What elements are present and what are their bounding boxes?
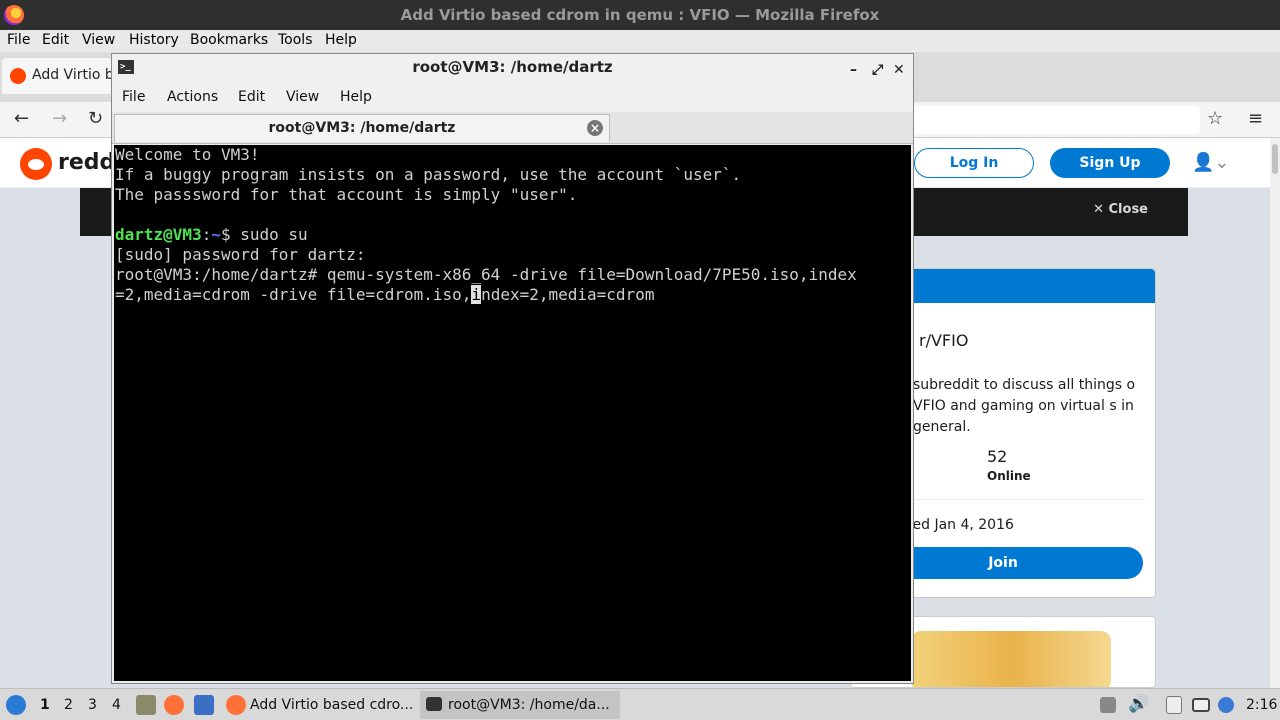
firefox-titlebar: Add Virtio based cdrom in qemu : VFIO — … [0, 0, 1280, 30]
terminal-current-line: =2,media=cdrom -drive file=cdrom.iso,ind… [115, 285, 911, 305]
taskbar-terminal-task[interactable]: root@VM3: /home/da... [420, 691, 620, 719]
menu-bookmarks[interactable]: Bookmarks [190, 32, 268, 48]
update-notification-icon[interactable] [1218, 697, 1234, 713]
online-label: Online [987, 469, 1031, 483]
terminal-line: If a buggy program insists on a password… [115, 165, 742, 184]
firefox-launcher-icon[interactable] [164, 695, 184, 715]
clock[interactable]: 2:16 [1246, 697, 1277, 713]
taskbar-firefox-task[interactable]: Add Virtio based cdro... [222, 691, 418, 719]
terminal-menu-view[interactable]: View [286, 89, 319, 105]
menu-history[interactable]: History [129, 32, 179, 48]
terminal-menubar: File Actions Edit View Help [112, 82, 913, 112]
firefox-logo-icon [4, 5, 24, 25]
terminal-output[interactable]: Welcome to VM3! If a buggy program insis… [114, 145, 911, 681]
terminal-menu-edit[interactable]: Edit [238, 89, 265, 105]
close-button[interactable]: ✕ Close [1093, 202, 1148, 217]
terminal-tab[interactable]: root@VM3: /home/dartz × [114, 114, 610, 142]
terminal-line: [sudo] password for dartz: [115, 245, 366, 264]
menu-file[interactable]: File [7, 32, 30, 48]
firefox-task-label: Add Virtio based cdro... [250, 697, 414, 713]
terminal-menu-actions[interactable]: Actions [167, 89, 218, 105]
prompt-command: $ sudo su [220, 225, 308, 244]
eject-icon[interactable] [1100, 697, 1116, 713]
reload-icon[interactable]: ↻ [88, 108, 103, 129]
terminal-task-label: root@VM3: /home/da... [448, 697, 610, 713]
terminal-icon: >_ [118, 60, 134, 74]
terminal-task-icon [426, 697, 442, 711]
page-scrollbar[interactable] [1270, 138, 1280, 688]
terminal-line: The passsword for that account is simply… [115, 185, 578, 204]
workspace-4[interactable]: 4 [112, 697, 121, 713]
terminal-line: root@VM3:/home/dartz# qemu-system-x86_64… [115, 265, 857, 284]
volume-icon[interactable]: 🔊 [1128, 694, 1149, 714]
scrollbar-thumb[interactable] [1272, 144, 1278, 174]
promo-image [911, 631, 1111, 687]
back-icon[interactable]: ← [14, 108, 29, 129]
close-label: Close [1108, 202, 1148, 217]
signup-button[interactable]: Sign Up [1050, 148, 1170, 178]
subreddit-description: subreddit to discuss all things o VFIO a… [913, 377, 1136, 435]
taskbar: 1 2 3 4 Add Virtio based cdro... root@VM… [0, 688, 1280, 720]
window-title: Add Virtio based cdrom in qemu : VFIO — … [400, 6, 880, 24]
user-menu-icon[interactable]: 👤⌄ [1192, 152, 1232, 176]
firefox-menubar: File Edit View History Bookmarks Tools H… [0, 30, 1280, 52]
menu-help[interactable]: Help [325, 32, 357, 48]
forward-icon[interactable]: → [52, 108, 67, 129]
online-count: 52 [987, 447, 1008, 466]
file-manager-icon[interactable] [136, 695, 156, 715]
current-input-before: =2,media=cdrom -drive file=cdrom.iso, [115, 285, 472, 304]
clipboard-icon[interactable] [1166, 696, 1182, 714]
terminal-tabbar: root@VM3: /home/dartz × [112, 112, 913, 144]
browser-tab[interactable]: Add Virtio b [2, 58, 112, 94]
display-icon[interactable] [1192, 698, 1210, 712]
prompt-path: ~ [211, 225, 221, 244]
workspace-2[interactable]: 2 [64, 697, 73, 713]
terminal-menu-help[interactable]: Help [340, 89, 372, 105]
desktop-icon[interactable] [194, 695, 214, 715]
terminal-titlebar[interactable]: >_ root@VM3: /home/dartz – ⤢ ✕ [112, 54, 913, 81]
menu-view[interactable]: View [82, 32, 115, 48]
prompt-colon: : [201, 225, 212, 244]
terminal-prompt-line: dartz@VM3:~$ sudo su [115, 225, 911, 245]
created-date: ted Jan 4, 2016 [907, 517, 1014, 533]
text-cursor: i [471, 285, 482, 304]
prompt-user: dartz@VM3 [115, 225, 202, 244]
browser-tab-title: Add Virtio b [32, 67, 112, 83]
workspace-3[interactable]: 3 [88, 697, 97, 713]
menu-edit[interactable]: Edit [42, 32, 69, 48]
terminal-line: Welcome to VM3! [115, 145, 260, 164]
reddit-logo-icon[interactable] [20, 148, 52, 180]
workspace-1[interactable]: 1 [40, 697, 50, 713]
firefox-task-icon [226, 695, 246, 715]
current-input-after: ndex=2,media=cdrom [481, 285, 655, 304]
tab-close-icon[interactable]: × [587, 120, 603, 136]
start-menu-icon[interactable] [6, 695, 26, 715]
subreddit-name[interactable]: r/VFIO [919, 331, 968, 350]
close-icon[interactable]: ✕ [893, 57, 905, 84]
terminal-menu-file[interactable]: File [122, 89, 145, 105]
reddit-favicon-icon [10, 68, 26, 84]
menu-tools[interactable]: Tools [278, 32, 313, 48]
terminal-window: >_ root@VM3: /home/dartz – ⤢ ✕ File Acti… [111, 53, 914, 684]
minimize-icon[interactable]: – [850, 57, 857, 84]
bookmark-star-icon[interactable]: ☆ [1207, 108, 1223, 129]
hamburger-menu-icon[interactable]: ≡ [1248, 108, 1263, 129]
login-button[interactable]: Log In [914, 148, 1034, 178]
terminal-window-title: root@VM3: /home/dartz [412, 58, 613, 76]
terminal-tab-title: root@VM3: /home/dartz [268, 120, 456, 136]
maximize-icon[interactable]: ⤢ [872, 57, 883, 84]
